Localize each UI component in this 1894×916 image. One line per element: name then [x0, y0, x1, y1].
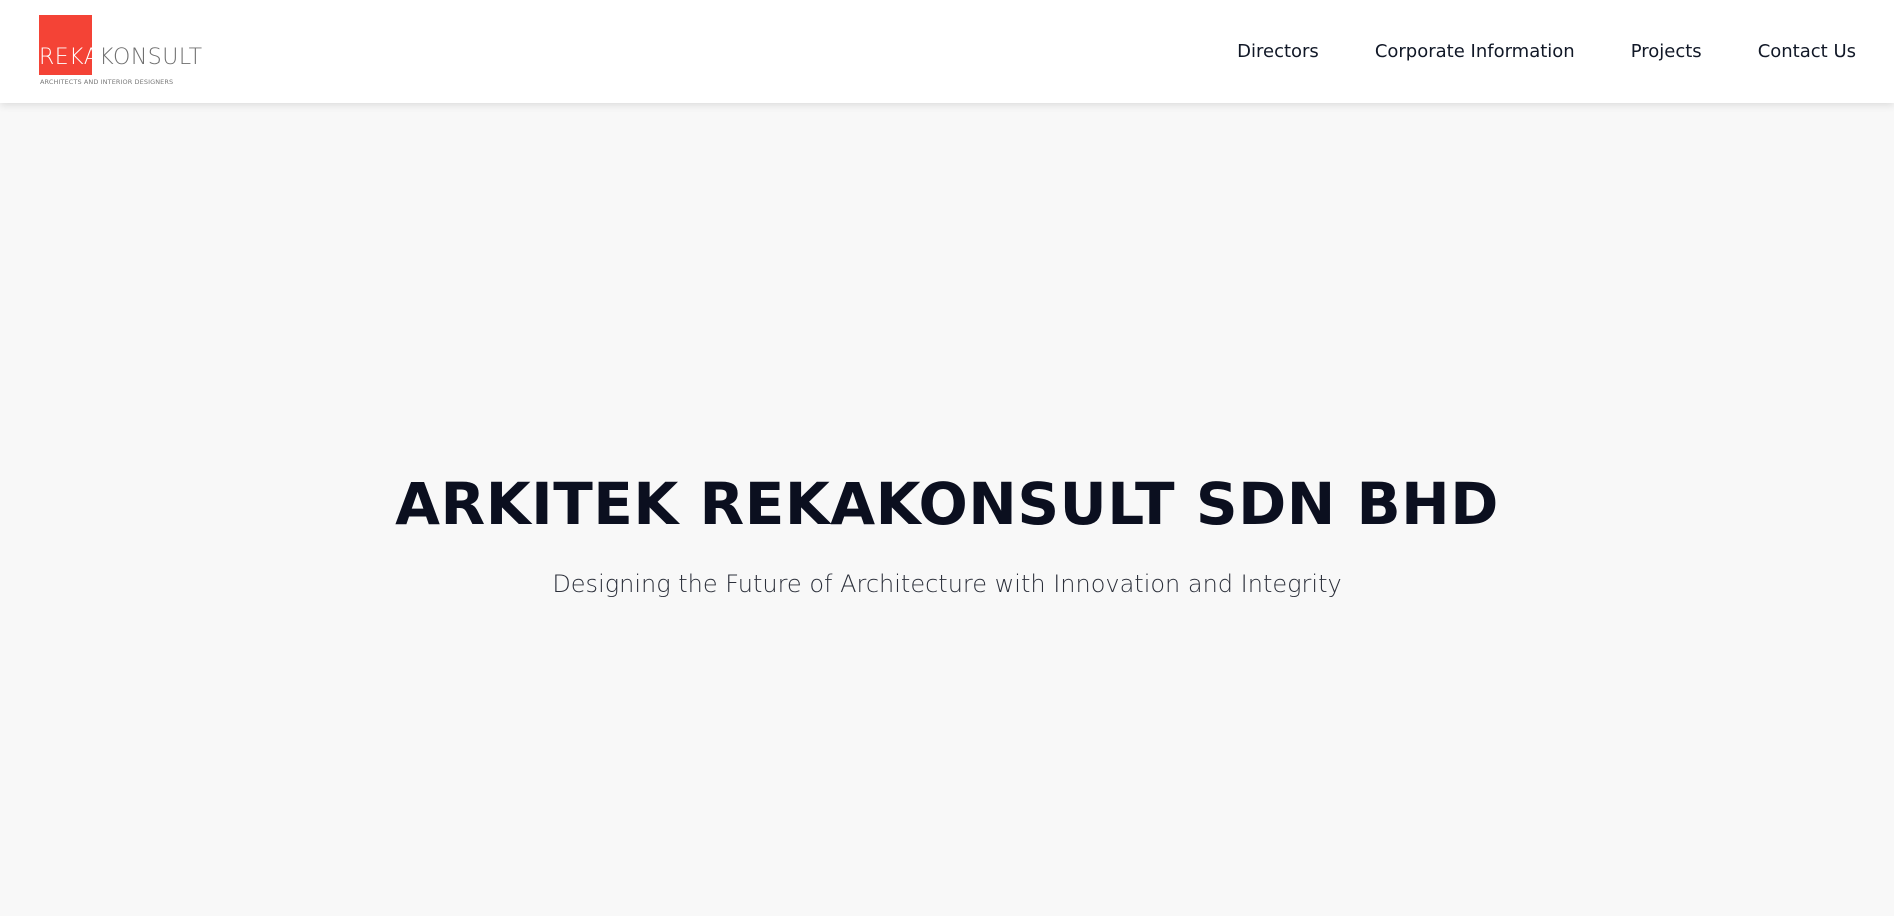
nav-link-contact-us[interactable]: Contact Us	[1758, 40, 1856, 64]
logo-wordmark-konsult: KONSULT	[99, 45, 203, 70]
logo-tagline: ARCHITECTS AND INTERIOR DESIGNERS	[40, 78, 174, 86]
hero-section: ARKITEK REKAKONSULT SDN BHD Designing th…	[0, 103, 1894, 916]
logo-wordmark: REKAKONSULT	[39, 47, 203, 69]
logo-wordmark-reka: REKA	[39, 45, 100, 70]
main-nav: Directors Corporate Information Projects…	[1237, 40, 1856, 64]
site-header: REKAKONSULT ARCHITECTS AND INTERIOR DESI…	[0, 0, 1894, 103]
hero-subtitle: Designing the Future of Architecture wit…	[552, 570, 1342, 598]
nav-link-directors[interactable]: Directors	[1237, 40, 1319, 64]
nav-link-projects[interactable]: Projects	[1631, 40, 1702, 64]
nav-link-corporate-information[interactable]: Corporate Information	[1375, 40, 1575, 64]
brand-logo[interactable]: REKAKONSULT ARCHITECTS AND INTERIOR DESI…	[39, 15, 202, 90]
hero-title: ARKITEK REKAKONSULT SDN BHD	[395, 470, 1499, 538]
